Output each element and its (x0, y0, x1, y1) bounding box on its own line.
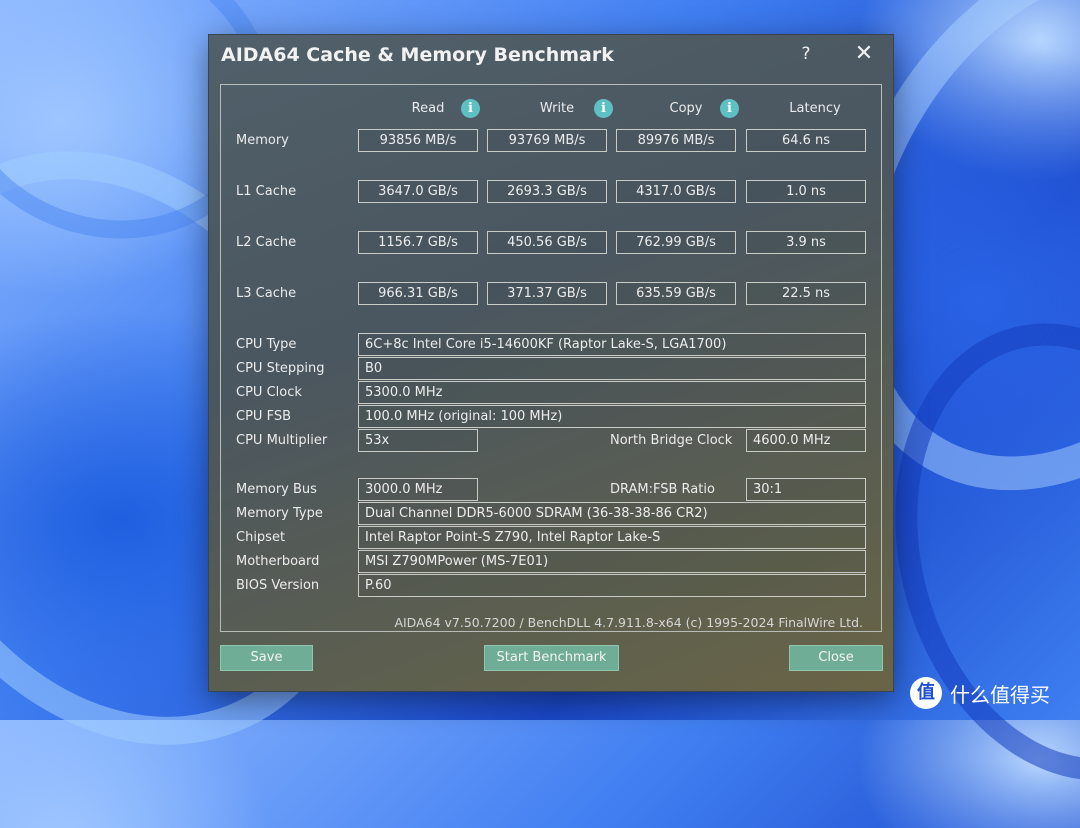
memory-type-label: Memory Type (236, 506, 323, 521)
row-label-memory: Memory (236, 133, 289, 148)
dram-fsb-ratio-value: 30:1 (746, 478, 866, 501)
chipset-value: Intel Raptor Point-S Z790, Intel Raptor … (358, 526, 866, 549)
motherboard-value: MSI Z790MPower (MS-7E01) (358, 550, 866, 573)
copy-info-icon[interactable]: i (720, 99, 739, 118)
l1-read-value: 3647.0 GB/s (358, 180, 478, 203)
write-info-icon[interactable]: i (594, 99, 613, 118)
window-title: AIDA64 Cache & Memory Benchmark (221, 44, 614, 66)
cpu-clock-label: CPU Clock (236, 385, 302, 400)
cpu-type-value: 6C+8c Intel Core i5-14600KF (Raptor Lake… (358, 333, 866, 356)
cpu-type-label: CPU Type (236, 337, 297, 352)
memory-read-value: 93856 MB/s (358, 129, 478, 152)
memory-write-value: 93769 MB/s (487, 129, 607, 152)
start-benchmark-button[interactable]: Start Benchmark (484, 645, 619, 671)
cpu-clock-value: 5300.0 MHz (358, 381, 866, 404)
l2-write-value: 450.56 GB/s (487, 231, 607, 254)
cpu-multiplier-label: CPU Multiplier (236, 433, 328, 448)
benchmark-window: AIDA64 Cache & Memory Benchmark ? ✕ Read… (209, 35, 893, 691)
l1-latency-value: 1.0 ns (746, 180, 866, 203)
row-label-l3-cache: L3 Cache (236, 286, 297, 301)
save-button[interactable]: Save (220, 645, 313, 671)
l3-copy-value: 635.59 GB/s (616, 282, 736, 305)
close-button[interactable]: Close (789, 645, 883, 671)
help-button[interactable]: ? (791, 41, 821, 67)
chipset-label: Chipset (236, 530, 286, 545)
memory-bus-value: 3000.0 MHz (358, 478, 478, 501)
cpu-multiplier-value: 53x (358, 429, 478, 452)
l2-read-value: 1156.7 GB/s (358, 231, 478, 254)
memory-type-value: Dual Channel DDR5-6000 SDRAM (36-38-38-8… (358, 502, 866, 525)
row-label-l2-cache: L2 Cache (236, 235, 297, 250)
memory-bus-label: Memory Bus (236, 482, 317, 497)
l2-copy-value: 762.99 GB/s (616, 231, 736, 254)
read-info-icon[interactable]: i (461, 99, 480, 118)
memory-latency-value: 64.6 ns (746, 129, 866, 152)
row-label-l1-cache: L1 Cache (236, 184, 297, 199)
memory-copy-value: 89976 MB/s (616, 129, 736, 152)
l1-copy-value: 4317.0 GB/s (616, 180, 736, 203)
cpu-fsb-value: 100.0 MHz (original: 100 MHz) (358, 405, 866, 428)
watermark-text: 什么值得买 (950, 682, 1050, 707)
watermark-logo-icon: 值 (910, 677, 942, 709)
results-panel: Read i Write i Copy i Latency Memory 938… (220, 84, 882, 632)
l3-write-value: 371.37 GB/s (487, 282, 607, 305)
cpu-stepping-value: B0 (358, 357, 866, 380)
motherboard-label: Motherboard (236, 554, 320, 569)
north-bridge-clock-value: 4600.0 MHz (746, 429, 866, 452)
close-window-button[interactable]: ✕ (849, 41, 879, 67)
version-footer: AIDA64 v7.50.7200 / BenchDLL 4.7.911.8-x… (394, 615, 863, 630)
l3-read-value: 966.31 GB/s (358, 282, 478, 305)
north-bridge-clock-label: North Bridge Clock (610, 433, 733, 448)
bios-version-value: P.60 (358, 574, 866, 597)
l2-latency-value: 3.9 ns (746, 231, 866, 254)
dram-fsb-ratio-label: DRAM:FSB Ratio (610, 482, 715, 497)
cpu-fsb-label: CPU FSB (236, 409, 291, 424)
l1-write-value: 2693.3 GB/s (487, 180, 607, 203)
watermark: 值 什么值得买 (910, 676, 1050, 710)
bios-version-label: BIOS Version (236, 578, 320, 593)
cpu-stepping-label: CPU Stepping (236, 361, 325, 376)
l3-latency-value: 22.5 ns (746, 282, 866, 305)
column-header-latency: Latency (789, 101, 841, 116)
